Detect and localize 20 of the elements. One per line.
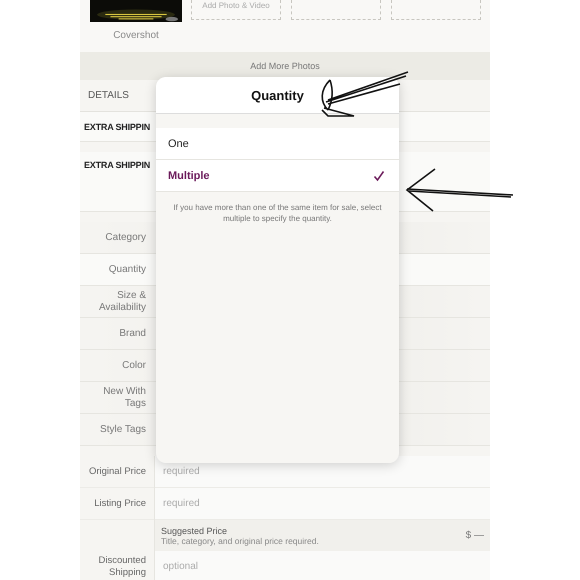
row-label: EXTRA SHIPPIN [84, 160, 150, 170]
empty-photo-tile[interactable] [391, 0, 481, 20]
option-item[interactable]: Multiple [156, 160, 399, 192]
input-field[interactable]: required [161, 465, 465, 478]
add-more-photos-button[interactable]: Add More Photos [80, 52, 490, 80]
suggested-value: $ — [466, 530, 484, 541]
row-label: EXTRA SHIPPIN [84, 122, 150, 132]
checkmark-icon [373, 170, 385, 182]
option-item[interactable]: One [156, 128, 399, 160]
input-field[interactable]: required [155, 488, 490, 519]
section-header: DETAILS [88, 90, 129, 101]
suggested-note: Title, category, and original price required. [161, 536, 319, 546]
popover-title: Quantity [156, 77, 399, 114]
empty-photo-tile[interactable] [291, 0, 381, 20]
suggested-title: Suggested Price [161, 526, 228, 536]
input-field[interactable]: optional [155, 551, 490, 580]
input-field[interactable]: optional [161, 560, 465, 573]
popover-hint: If you have more than one of the same item for sale, select multiple to specify the quantity. [172, 202, 383, 224]
input-field[interactable]: required [161, 497, 465, 510]
cover-label: Covershot [113, 30, 159, 41]
